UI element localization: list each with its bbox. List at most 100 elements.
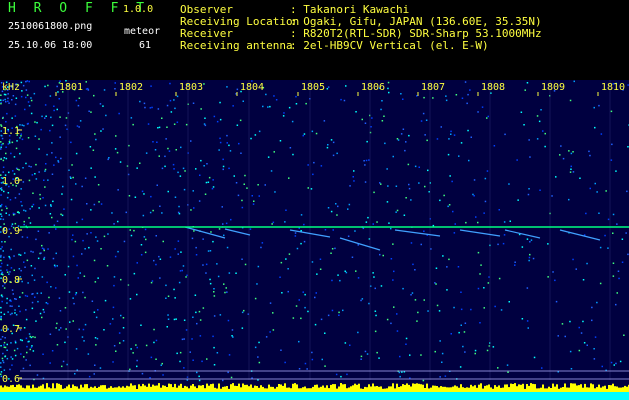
- noise-speck: [0, 215, 3, 217]
- noise-speck: [97, 309, 99, 311]
- noise-speck: [432, 97, 434, 99]
- band-bar: [410, 386, 412, 392]
- noise-speck: [625, 232, 627, 234]
- noise-speck: [15, 167, 18, 170]
- noise-speck: [272, 221, 275, 224]
- noise-speck: [64, 274, 66, 276]
- band-bar: [56, 383, 58, 392]
- noise-speck: [393, 306, 395, 308]
- noise-speck: [569, 99, 572, 102]
- noise-speck: [236, 124, 239, 126]
- noise-speck: [21, 236, 24, 238]
- band-bar: [524, 388, 526, 392]
- noise-speck: [539, 189, 541, 191]
- noise-speck: [627, 253, 629, 256]
- noise-speck: [46, 153, 48, 156]
- noise-speck: [588, 150, 590, 153]
- noise-speck: [231, 335, 233, 337]
- noise-speck: [474, 349, 477, 352]
- noise-speck: [41, 316, 43, 319]
- noise-speck: [49, 213, 52, 215]
- noise-speck: [42, 353, 44, 355]
- noise-speck: [295, 103, 298, 105]
- noise-speck: [11, 289, 14, 291]
- noise-speck: [162, 240, 164, 243]
- noise-speck: [7, 97, 9, 100]
- noise-speck: [144, 228, 147, 231]
- noise-speck: [70, 198, 73, 201]
- band-bar: [174, 383, 176, 392]
- noise-speck: [63, 208, 65, 210]
- noise-speck: [392, 243, 394, 245]
- noise-speck: [404, 149, 406, 152]
- noise-speck: [222, 168, 224, 171]
- noise-speck: [547, 276, 549, 278]
- noise-speck: [442, 255, 444, 257]
- noise-speck: [4, 346, 7, 349]
- noise-speck: [599, 282, 602, 285]
- noise-speck: [20, 353, 22, 355]
- noise-speck: [193, 207, 195, 209]
- noise-speck: [285, 258, 287, 260]
- noise-speck: [47, 248, 49, 250]
- band-bar: [338, 386, 340, 392]
- noise-speck: [120, 278, 122, 281]
- noise-speck: [314, 323, 317, 326]
- noise-speck: [498, 277, 501, 280]
- noise-speck: [219, 141, 222, 144]
- noise-speck: [195, 311, 197, 314]
- noise-speck: [184, 170, 186, 172]
- noise-speck: [23, 356, 25, 358]
- noise-speck: [284, 221, 286, 223]
- noise-speck: [1, 246, 3, 248]
- noise-speck: [136, 262, 138, 264]
- noise-speck: [451, 180, 453, 183]
- band-bar: [330, 384, 332, 392]
- noise-speck: [580, 332, 583, 334]
- band-bar: [266, 388, 268, 392]
- band-bar: [272, 386, 274, 392]
- band-bar: [208, 385, 210, 392]
- noise-speck: [3, 344, 5, 346]
- noise-speck: [582, 279, 585, 281]
- noise-speck: [387, 185, 389, 187]
- noise-speck: [396, 138, 399, 140]
- band-bar: [582, 387, 584, 392]
- noise-speck: [526, 82, 529, 84]
- noise-speck: [1, 241, 3, 243]
- noise-speck: [532, 257, 535, 260]
- noise-speck: [31, 301, 34, 304]
- header-panel: H R O F F T 1.0.0 2510061800.png 25.10.0…: [0, 0, 629, 80]
- noise-speck: [51, 350, 54, 352]
- band-bar: [328, 388, 330, 392]
- noise-speck: [28, 340, 30, 343]
- noise-speck: [14, 340, 17, 343]
- noise-speck: [69, 321, 71, 323]
- noise-speck: [246, 187, 248, 189]
- x-tick-label: 1809: [541, 82, 565, 93]
- noise-speck: [78, 328, 80, 331]
- noise-speck: [213, 295, 216, 297]
- noise-speck: [226, 142, 228, 144]
- noise-speck: [61, 193, 63, 195]
- noise-speck: [393, 270, 395, 273]
- noise-speck: [13, 269, 15, 271]
- band-bar: [128, 386, 130, 392]
- noise-speck: [599, 246, 602, 249]
- noise-speck: [615, 303, 617, 306]
- noise-speck: [516, 159, 518, 161]
- noise-speck: [467, 93, 469, 96]
- noise-speck: [2, 352, 4, 355]
- noise-speck: [222, 379, 224, 382]
- band-bar: [592, 384, 594, 392]
- noise-speck: [34, 173, 36, 175]
- noise-speck: [21, 280, 23, 283]
- noise-speck: [232, 336, 234, 338]
- noise-speck: [502, 242, 505, 245]
- band-bar: [598, 384, 600, 392]
- noise-speck: [270, 170, 273, 172]
- file-name: 2510061800.png: [8, 21, 93, 32]
- noise-speck: [81, 218, 84, 221]
- noise-speck: [455, 94, 458, 96]
- noise-speck: [568, 198, 570, 201]
